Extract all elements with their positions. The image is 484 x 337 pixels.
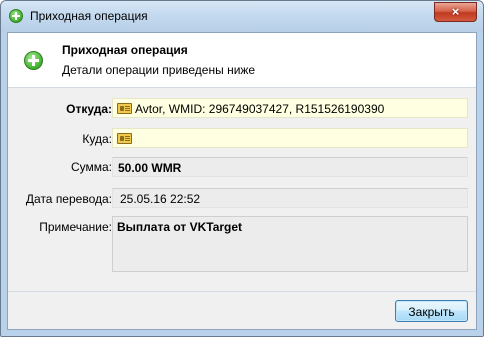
- plus-circle-icon: [24, 51, 43, 70]
- close-button[interactable]: Закрыть: [395, 300, 468, 322]
- wmid-card-icon: [117, 133, 132, 144]
- amount-field: 50.00 WMR: [112, 157, 468, 177]
- amount-label: Сумма:: [70, 160, 112, 174]
- date-field: 25.05.16 22:52: [112, 188, 468, 208]
- date-label: Дата перевода:: [25, 192, 112, 206]
- window-title: Приходная операция: [30, 9, 148, 23]
- from-field[interactable]: Avtor, WMID: 296749037427, R151526190390: [112, 98, 468, 118]
- dialog-window: Приходная операция × Приходная операция …: [0, 0, 484, 337]
- close-icon: ×: [451, 4, 460, 19]
- operation-details: Откуда: Avtor, WMID: 296749037427, R1515…: [8, 88, 476, 292]
- header-title: Приходная операция: [62, 43, 188, 57]
- from-value: Avtor, WMID: 296749037427, R151526190390: [135, 102, 385, 116]
- header-subtitle: Детали операции приведены ниже: [62, 63, 256, 77]
- window-close-button[interactable]: ×: [434, 2, 477, 22]
- plus-circle-icon: [9, 9, 23, 23]
- title-bar[interactable]: Приходная операция ×: [1, 1, 483, 32]
- note-value: Выплата от VKTarget: [117, 220, 243, 234]
- to-label: Куда:: [82, 132, 112, 146]
- close-button-label: Закрыть: [408, 305, 455, 319]
- date-value: 25.05.16 22:52: [120, 192, 201, 206]
- wmid-card-icon: [117, 103, 132, 114]
- note-field: Выплата от VKTarget: [112, 216, 468, 272]
- dialog-header: Приходная операция Детали операции приве…: [8, 33, 476, 88]
- to-field[interactable]: [112, 128, 468, 148]
- note-label: Примечание:: [39, 220, 112, 234]
- from-label: Откуда:: [66, 102, 112, 116]
- amount-value: 50.00 WMR: [118, 161, 182, 175]
- dialog-body: Приходная операция Детали операции приве…: [7, 32, 477, 330]
